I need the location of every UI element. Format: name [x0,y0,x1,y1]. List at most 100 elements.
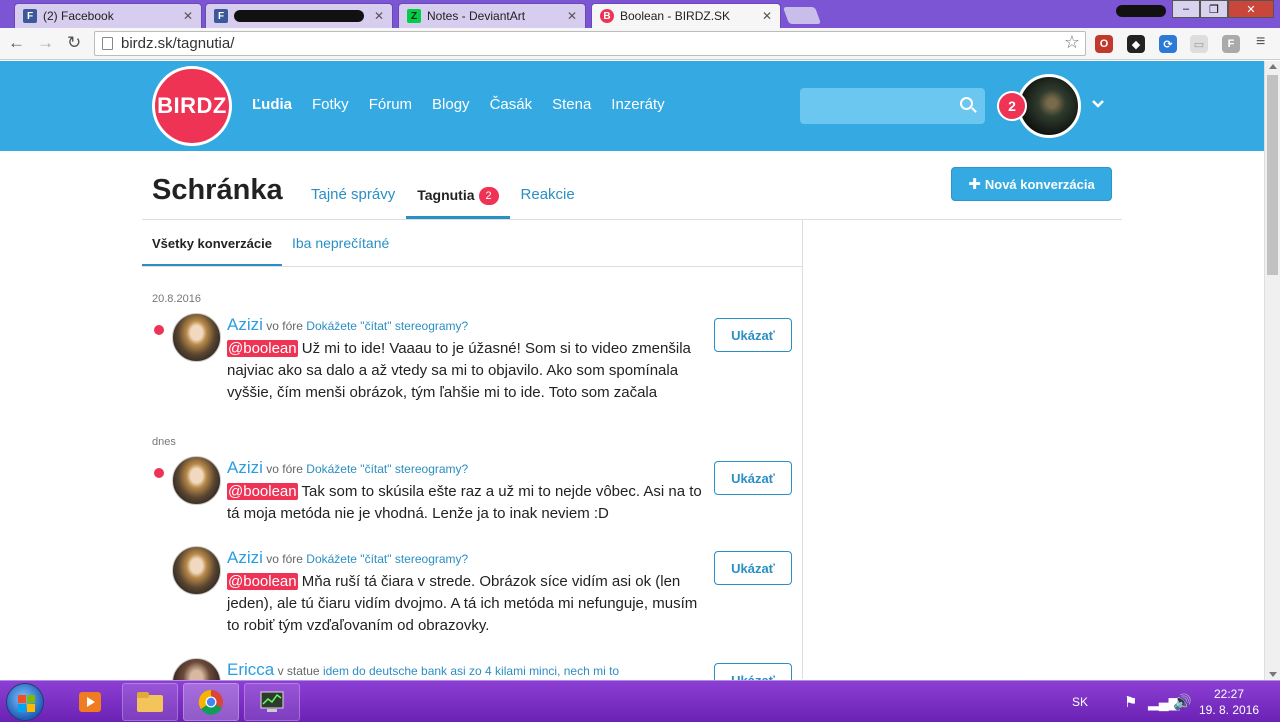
message-body: Mňa ruší tá čiara v strede. Obrázok síce… [227,573,698,634]
avatar[interactable] [172,456,221,505]
show-button[interactable]: Ukázať [714,318,792,352]
status-link[interactable]: idem do deutsche bank asi zo 4 kilami mi… [323,664,619,678]
new-tab-button[interactable] [782,7,822,24]
extension-icon[interactable]: ▭ [1190,35,1208,53]
topic-link[interactable]: Dokážete "čítat" stereogramy? [306,552,468,566]
close-tab-icon[interactable]: ✕ [567,9,577,23]
language-indicator[interactable]: SK [1072,681,1088,722]
extension-icon[interactable]: ◆ [1127,35,1145,53]
divider [142,266,802,267]
windows-logo-icon [18,695,26,703]
browser-tab-facebook-2[interactable]: F ✕ [205,3,393,28]
close-tab-icon[interactable]: ✕ [374,9,384,23]
context-text: v statue [277,664,320,678]
tab-reakcie[interactable]: Reakcie [510,172,586,219]
close-tab-icon[interactable]: ✕ [183,9,193,23]
nav-forum[interactable]: Fórum [369,96,412,113]
tab-all-conversations[interactable]: Všetky konverzácie [142,220,282,267]
date-group-label: 20.8.2016 [152,293,201,305]
minimize-icon[interactable]: – [1172,0,1200,18]
page-title: Schránka [152,174,283,206]
action-center-icon[interactable]: ⚑ [1124,681,1137,722]
scroll-down-icon[interactable] [1269,672,1277,677]
browser-tab-deviantart[interactable]: Z Notes - DeviantArt ✕ [398,3,586,28]
tab-title: Notes - DeviantArt [427,9,526,23]
item-meta: Azizi vo fóre Dokážete "čítat" stereogra… [227,315,468,335]
mention-tag: @boolean [227,573,298,590]
close-window-icon[interactable]: ✕ [1228,0,1274,18]
avatar[interactable] [172,313,221,362]
mention-tag: @boolean [227,340,298,357]
maximize-icon[interactable]: ❐ [1200,0,1228,18]
message-text: @boolean Tak som to skúsila ešte raz a u… [227,481,702,525]
new-conversation-button[interactable]: ✚ Nová konverzácia [951,167,1112,201]
clock-date: 19. 8. 2016 [1198,703,1260,717]
message-text: @boolean Už mi to ide! Vaaau to je úžasn… [227,338,702,404]
forward-icon[interactable]: → [37,33,54,53]
tab-tajne-spravy[interactable]: Tajné správy [300,172,406,219]
start-button[interactable] [6,683,44,721]
tab-tagnutia[interactable]: Tagnutia 2 [406,172,510,219]
nav-ludia[interactable]: Ľudia [252,96,292,113]
show-button[interactable]: Ukázať [714,551,792,585]
nav-casak[interactable]: Časák [490,96,533,113]
browser-toolbar: ← → ↻ birdz.sk/tagnutia/ ☆ O ◆ ⟳ ▭ F ≡ [0,28,1280,60]
list-item: Azizi vo fóre Dokážete "čítat" stereogra… [152,313,797,408]
context-text: vo fóre [266,552,303,566]
chrome-icon[interactable] [183,683,239,721]
nav-stena[interactable]: Stena [552,96,591,113]
date-group-label: dnes [152,436,176,448]
main-nav: Ľudia Fotky Fórum Blogy Časák Stena Inze… [252,96,665,113]
tab-label: Reakcie [520,186,575,203]
username-link[interactable]: Azizi [227,458,263,477]
show-button[interactable]: Ukázať [714,663,792,680]
notification-badge[interactable]: 2 [997,91,1027,121]
back-icon[interactable]: ← [8,33,25,53]
search-input[interactable] [800,88,985,124]
windows-logo-part [27,695,35,703]
search-icon[interactable] [960,97,973,110]
sync-extension-icon[interactable]: ⟳ [1159,35,1177,53]
nav-inzeraty[interactable]: Inzeráty [611,96,664,113]
button-label: Nová konverzácia [984,176,1095,192]
deviantart-icon: Z [407,9,421,23]
show-button[interactable]: Ukázať [714,461,792,495]
extension-icon[interactable]: F [1222,35,1240,53]
context-text: vo fóre [266,462,303,476]
browser-tab-bar: F (2) Facebook ✕ F ✕ Z Notes - DeviantAr… [0,0,1280,28]
reload-icon[interactable]: ↻ [67,33,81,53]
message-body: Tak som to skúsila ešte raz a už mi to n… [227,483,702,522]
birdz-logo[interactable]: BIRDZ [152,66,232,146]
taskbar: SK ⚑ ▂▄▆ 🔊 22:27 19. 8. 2016 [0,680,1280,722]
task-manager-icon[interactable] [244,683,300,721]
nav-blogy[interactable]: Blogy [432,96,470,113]
file-explorer-icon[interactable] [122,683,178,721]
bookmark-star-icon[interactable]: ☆ [1064,32,1080,53]
browser-tab-facebook[interactable]: F (2) Facebook ✕ [14,3,202,28]
username-link[interactable]: Azizi [227,315,263,334]
tab-unread-only[interactable]: Iba neprečítané [282,220,399,267]
message-text: @boolean Mňa ruší tá čiara v strede. Obr… [227,571,702,637]
avatar[interactable] [172,658,221,680]
chevron-down-icon[interactable] [1090,96,1106,112]
scrollbar-thumb[interactable] [1267,75,1278,275]
browser-tab-birdz[interactable]: B Boolean - BIRDZ.SK ✕ [591,3,781,28]
nav-fotky[interactable]: Fotky [312,96,349,113]
media-player-icon[interactable] [62,683,118,721]
tab-count-badge: 2 [478,187,499,205]
scroll-up-icon[interactable] [1269,64,1277,69]
adblock-icon[interactable]: O [1095,35,1113,53]
close-tab-icon[interactable]: ✕ [762,9,772,23]
volume-icon[interactable]: 🔊 [1173,681,1192,722]
divider [802,219,803,679]
username-link[interactable]: Ericca [227,660,274,679]
username-link[interactable]: Azizi [227,548,263,567]
address-bar[interactable]: birdz.sk/tagnutia/ ☆ [94,31,1086,56]
mention-tag: @boolean [227,483,298,500]
topic-link[interactable]: Dokážete "čítat" stereogramy? [306,462,468,476]
menu-icon[interactable]: ≡ [1256,33,1265,51]
topic-link[interactable]: Dokážete "čítat" stereogramy? [306,319,468,333]
system-clock[interactable]: 22:27 19. 8. 2016 [1196,686,1262,718]
page-scrollbar[interactable] [1264,61,1280,680]
avatar[interactable] [172,546,221,595]
